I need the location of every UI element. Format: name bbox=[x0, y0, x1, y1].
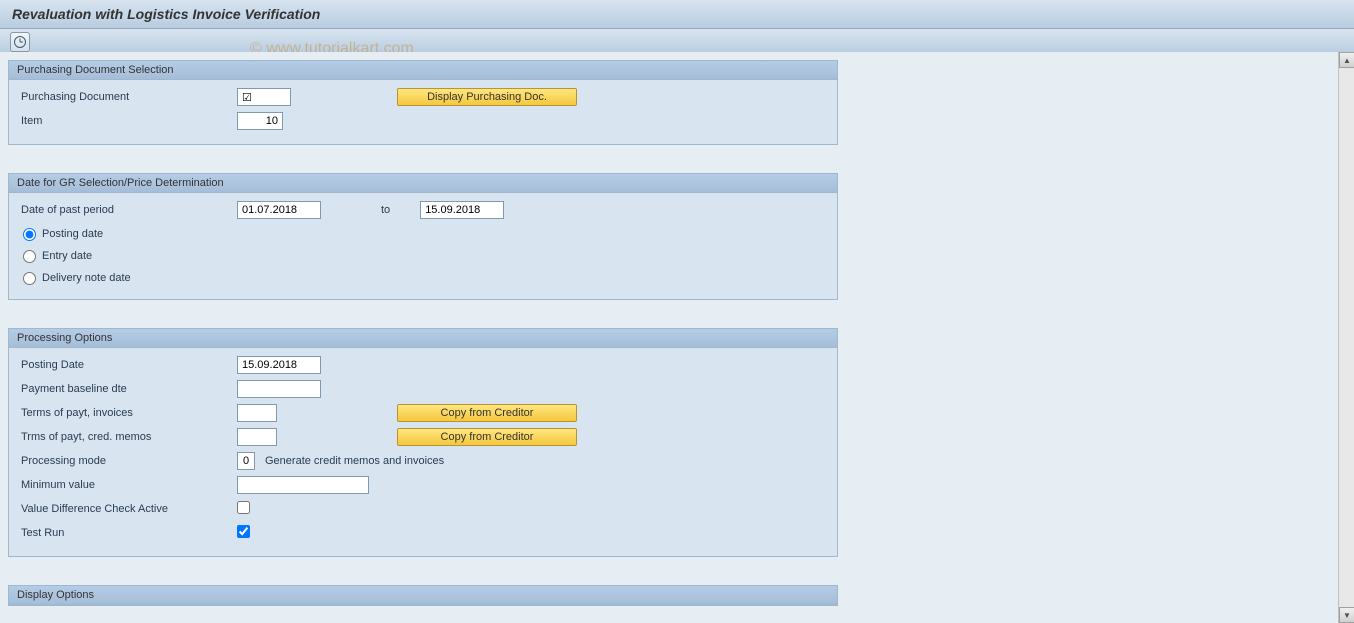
minimum-value-input[interactable] bbox=[237, 476, 369, 494]
terms-payt-invoices-label: Terms of payt, invoices bbox=[17, 407, 237, 419]
posting-date-label: Posting Date bbox=[17, 359, 237, 371]
section-header: Purchasing Document Selection bbox=[9, 61, 837, 80]
value-diff-check-label: Value Difference Check Active bbox=[17, 503, 237, 515]
terms-payt-credmemos-input[interactable] bbox=[237, 428, 277, 446]
section-date-gr-selection: Date for GR Selection/Price Determinatio… bbox=[8, 173, 838, 300]
section-header: Date for GR Selection/Price Determinatio… bbox=[9, 174, 837, 193]
processing-mode-input[interactable] bbox=[237, 452, 255, 470]
terms-payt-credmemos-label: Trms of payt, cred. memos bbox=[17, 431, 237, 443]
minimum-value-label: Minimum value bbox=[17, 479, 237, 491]
payment-baseline-input[interactable] bbox=[237, 380, 321, 398]
posting-date-radio[interactable] bbox=[23, 228, 36, 241]
section-processing-options: Processing Options Posting Date Payment … bbox=[8, 328, 838, 557]
scroll-down-arrow-icon[interactable]: ▼ bbox=[1339, 607, 1354, 623]
item-label: Item bbox=[17, 115, 237, 127]
section-display-options: Display Options bbox=[8, 585, 838, 606]
section-header: Display Options bbox=[9, 586, 837, 605]
processing-mode-label: Processing mode bbox=[17, 455, 237, 467]
date-to-input[interactable] bbox=[420, 201, 504, 219]
posting-date-input[interactable] bbox=[237, 356, 321, 374]
test-run-label: Test Run bbox=[17, 527, 237, 539]
payment-baseline-label: Payment baseline dte bbox=[17, 383, 237, 395]
to-label: to bbox=[381, 204, 390, 216]
delivery-note-date-radio[interactable] bbox=[23, 272, 36, 285]
test-run-checkbox[interactable] bbox=[237, 525, 250, 538]
item-input[interactable] bbox=[237, 112, 283, 130]
terms-payt-invoices-input[interactable] bbox=[237, 404, 277, 422]
section-header: Processing Options bbox=[9, 329, 837, 348]
execute-icon[interactable] bbox=[10, 32, 30, 52]
date-from-input[interactable] bbox=[237, 201, 321, 219]
purchasing-document-label: Purchasing Document bbox=[17, 91, 237, 103]
content-area: Purchasing Document Selection Purchasing… bbox=[0, 52, 1354, 623]
vertical-scrollbar[interactable]: ▲ ▼ bbox=[1338, 52, 1354, 623]
page-title: Revaluation with Logistics Invoice Verif… bbox=[12, 6, 320, 22]
section-purchasing-document-selection: Purchasing Document Selection Purchasing… bbox=[8, 60, 838, 145]
purchasing-document-input[interactable] bbox=[237, 88, 291, 106]
copy-from-creditor-credmemos-button[interactable]: Copy from Creditor bbox=[397, 428, 577, 446]
entry-date-radio-label: Entry date bbox=[42, 250, 92, 262]
posting-date-radio-label: Posting date bbox=[42, 228, 103, 240]
delivery-note-date-radio-label: Delivery note date bbox=[42, 272, 131, 284]
value-diff-check-checkbox[interactable] bbox=[237, 501, 250, 514]
display-purchasing-doc-button[interactable]: Display Purchasing Doc. bbox=[397, 88, 577, 106]
date-past-period-label: Date of past period bbox=[17, 204, 237, 216]
processing-mode-text: Generate credit memos and invoices bbox=[265, 455, 444, 467]
page-title-bar: Revaluation with Logistics Invoice Verif… bbox=[0, 0, 1354, 29]
copy-from-creditor-invoices-button[interactable]: Copy from Creditor bbox=[397, 404, 577, 422]
entry-date-radio[interactable] bbox=[23, 250, 36, 263]
scroll-up-arrow-icon[interactable]: ▲ bbox=[1339, 52, 1354, 68]
